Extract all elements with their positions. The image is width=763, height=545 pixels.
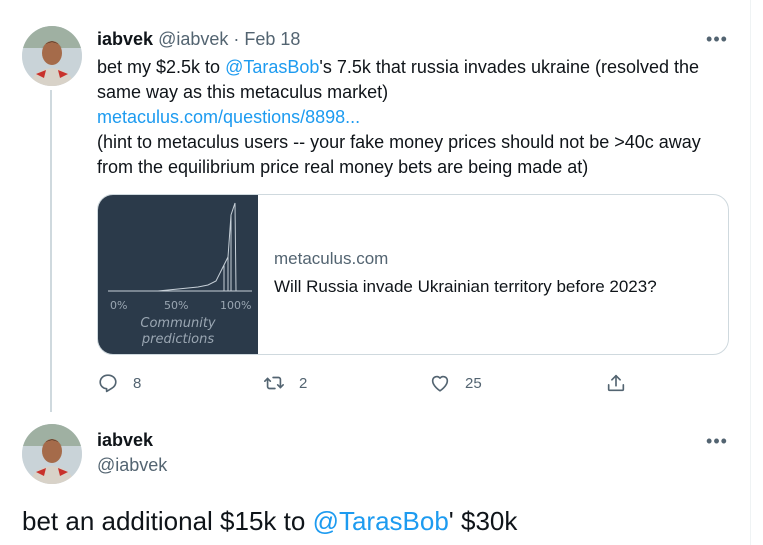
retweet-icon bbox=[264, 376, 284, 390]
tweet-text-segment: bet an additional $15k to bbox=[22, 506, 313, 536]
tweet-text-segment: (hint to metaculus users -- your fake mo… bbox=[97, 132, 701, 177]
reply-count: 8 bbox=[133, 374, 142, 392]
thumb-caption: Community bbox=[140, 316, 216, 331]
mention-link[interactable]: @TarasBob bbox=[313, 506, 449, 536]
mention-link[interactable]: @TarasBob bbox=[225, 57, 319, 77]
more-dots-glyph: ••• bbox=[706, 431, 728, 451]
author-name[interactable]: iabvek bbox=[97, 430, 153, 451]
card-title: Will Russia invade Ukrainian territory b… bbox=[274, 277, 657, 296]
reply-icon bbox=[99, 374, 117, 393]
link-preview-card[interactable]: 0% 50% 100% Community predictions metacu… bbox=[97, 194, 729, 355]
like-count: 25 bbox=[465, 374, 482, 392]
tweet-header: iabvek @iabvek · Feb 18 bbox=[97, 28, 300, 50]
tweet-text: bet an additional $15k to @TarasBob' $30… bbox=[22, 503, 517, 539]
retweet-count: 2 bbox=[299, 374, 308, 392]
card-thumbnail: 0% 50% 100% Community predictions bbox=[98, 195, 258, 354]
thumb-caption: predictions bbox=[141, 332, 215, 347]
thumb-tick-100: 100% bbox=[220, 299, 251, 312]
avatar[interactable] bbox=[22, 424, 82, 484]
tweet-text: bet my $2.5k to @TarasBob's 7.5k that ru… bbox=[97, 55, 737, 180]
reply-button[interactable]: 8 bbox=[97, 371, 141, 395]
author-name[interactable]: iabvek bbox=[97, 29, 153, 49]
avatar[interactable] bbox=[22, 26, 82, 86]
tweet-text-segment: bet my $2.5k to bbox=[97, 57, 226, 77]
avatar-image bbox=[22, 424, 82, 484]
thread-connector-line bbox=[50, 90, 52, 412]
author-handle[interactable]: @iabvek bbox=[97, 455, 167, 476]
author-handle[interactable]: @iabvek bbox=[158, 29, 228, 49]
tweet-text-segment: ' $30k bbox=[448, 506, 518, 536]
more-dots-glyph: ••• bbox=[706, 29, 728, 49]
card-domain: metaculus.com bbox=[274, 249, 389, 268]
like-button[interactable]: 25 bbox=[429, 371, 482, 395]
histogram-graphic bbox=[108, 202, 252, 292]
tweet-date[interactable]: Feb 18 bbox=[244, 29, 300, 49]
thumb-tick-0: 0% bbox=[110, 299, 127, 312]
avatar-image bbox=[22, 26, 82, 86]
more-dots-icon[interactable]: ••• bbox=[705, 431, 729, 454]
thumb-tick-50: 50% bbox=[164, 299, 188, 312]
header-separator: · bbox=[233, 29, 240, 49]
url-link[interactable]: metaculus.com/questions/8898... bbox=[97, 107, 360, 127]
more-dots-icon[interactable]: ••• bbox=[705, 29, 729, 52]
share-button[interactable] bbox=[605, 371, 627, 395]
retweet-button[interactable]: 2 bbox=[263, 371, 307, 395]
heart-icon bbox=[431, 375, 449, 392]
share-icon bbox=[607, 374, 625, 392]
